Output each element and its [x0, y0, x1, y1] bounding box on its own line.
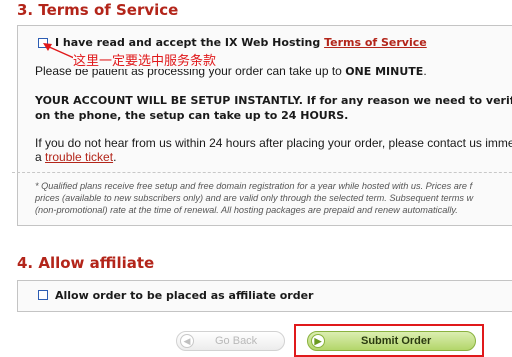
annotation-text: 这里一定要选中服务条款	[73, 50, 217, 69]
arrow-left-icon: ◀	[180, 334, 194, 348]
affiliate-label: Allow order to be placed as affiliate or…	[55, 289, 314, 302]
order-page: 3. Terms of Service I have read and acce…	[0, 0, 512, 357]
accept-terms-label: I have read and accept the IX Web Hostin…	[55, 36, 427, 49]
fine-print-divider	[12, 172, 512, 173]
terms-of-service-link[interactable]: Terms of Service	[324, 36, 427, 49]
patience-bold: ONE MINUTE	[345, 65, 424, 78]
contact-notice-line1: If you do not hear from us within 24 hou…	[35, 136, 512, 150]
trouble-ticket-link[interactable]: trouble ticket	[45, 150, 113, 164]
fine-print-line3: (non-promotional) rate at the time of re…	[35, 205, 458, 215]
affiliate-section-title: 4. Allow affiliate	[17, 254, 155, 272]
contact-prefix: a	[35, 150, 46, 164]
go-back-button[interactable]: ◀ Go Back	[176, 331, 285, 351]
contact-end: .	[113, 150, 117, 164]
affiliate-checkbox[interactable]	[38, 290, 48, 300]
terms-section-title: 3. Terms of Service	[17, 1, 179, 19]
fine-print-line2: prices (available to new subscribers onl…	[35, 193, 474, 203]
accept-terms-text: I have read and accept the IX Web Hostin…	[55, 36, 325, 49]
setup-notice-line2: on the phone, the setup can take up to 2…	[35, 109, 349, 122]
contact-notice-line2: a trouble ticket.	[35, 150, 116, 164]
go-back-label: Go Back	[215, 335, 258, 347]
annotation-arrow-icon	[43, 43, 75, 59]
fine-print-line1: * Qualified plans receive free setup and…	[35, 181, 473, 191]
submit-highlight-frame	[294, 324, 484, 357]
patience-end: .	[423, 64, 427, 78]
setup-notice-line1: YOUR ACCOUNT WILL BE SETUP INSTANTLY. If…	[35, 94, 512, 107]
